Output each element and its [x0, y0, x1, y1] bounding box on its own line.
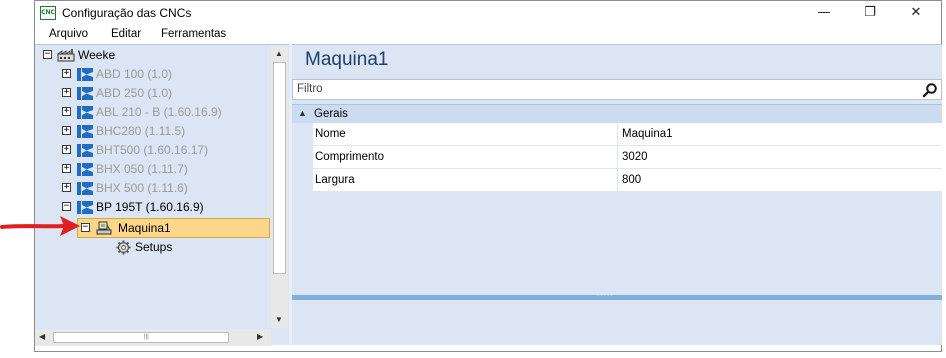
- tree-item-machine[interactable]: + ABL 210 - B (1.60.16.9): [35, 103, 271, 122]
- window-title: Configuração das CNCs: [62, 6, 192, 20]
- tree-label-weeke: Weeke: [78, 48, 116, 62]
- cnc-machine-icon: [77, 125, 93, 138]
- tree-label-maquina1: Maquina1: [118, 221, 171, 235]
- collapse-icon[interactable]: −: [62, 202, 71, 211]
- minimize-button[interactable]: —: [801, 1, 847, 25]
- tree-item-machine[interactable]: + ABD 100 (1.0): [35, 65, 271, 84]
- cnc-machine-icon: [77, 87, 93, 100]
- main-window: CNC Configuração das CNCs — ❐ ✕ Arquivo …: [34, 0, 942, 352]
- tree-item-weeke[interactable]: − Weeke: [35, 46, 271, 65]
- group-gerais[interactable]: ▲ Gerais: [292, 104, 942, 123]
- gear-icon: [116, 240, 131, 255]
- vertical-scroll-thumb[interactable]: [273, 62, 286, 274]
- menu-arquivo[interactable]: Arquivo: [49, 28, 88, 40]
- tree-item-maquina1[interactable]: − Maquina1: [77, 218, 270, 238]
- tree-label-machine: BHX 050 (1.11.7): [96, 162, 188, 176]
- property-row[interactable]: Largura 800: [313, 169, 942, 192]
- collapse-arrow-icon[interactable]: ▲: [298, 108, 307, 118]
- tree-vertical-scrollbar[interactable]: ▲ ▼: [271, 45, 288, 328]
- tree-label-machine: BHC280 (1.11.5): [96, 124, 186, 138]
- cnc-machine-icon: [77, 163, 93, 176]
- machine-icon: [96, 221, 112, 235]
- tree-item-setups[interactable]: Setups: [35, 238, 271, 257]
- menu-bar: Arquivo Editar Ferramentas: [35, 25, 941, 44]
- property-value[interactable]: 3020: [618, 146, 942, 169]
- search-icon[interactable]: [922, 82, 938, 98]
- close-button[interactable]: ✕: [893, 1, 939, 25]
- tree-item-machine[interactable]: + BHX 050 (1.11.7): [35, 160, 271, 179]
- collapse-icon[interactable]: −: [43, 50, 52, 59]
- expand-icon[interactable]: +: [62, 145, 71, 154]
- property-panel: Maquina1 Filtro ▲ Gerais Nome Maquina1 C…: [292, 44, 942, 345]
- property-value[interactable]: 800: [618, 169, 942, 192]
- expand-icon[interactable]: +: [62, 69, 71, 78]
- expand-icon[interactable]: +: [62, 164, 71, 173]
- description-splitter[interactable]: ·····: [292, 292, 942, 300]
- splitter-grip-icon: ·····: [597, 292, 614, 299]
- title-bar[interactable]: CNC Configuração das CNCs — ❐ ✕: [35, 1, 941, 25]
- expand-icon[interactable]: +: [62, 88, 71, 97]
- property-value[interactable]: Maquina1: [618, 123, 942, 146]
- cnc-machine-icon: [77, 106, 93, 119]
- property-name: Largura: [313, 169, 618, 192]
- expand-icon[interactable]: +: [62, 107, 71, 116]
- tree-label-machine: BHX 500 (1.11.6): [96, 181, 188, 195]
- cnc-machine-icon: [77, 68, 93, 81]
- tree-item-machine[interactable]: + BHC280 (1.11.5): [35, 122, 271, 141]
- property-row[interactable]: Comprimento 3020: [313, 146, 942, 169]
- scroll-grip-icon: |||: [144, 334, 149, 340]
- expand-icon[interactable]: +: [62, 183, 71, 192]
- cnc-machine-icon: [77, 182, 93, 195]
- scroll-right-arrow-icon[interactable]: ▶: [257, 332, 263, 341]
- tree-label-machine: ABD 250 (1.0): [96, 86, 173, 100]
- tree-label-machine: ABL 210 - B (1.60.16.9): [96, 105, 222, 119]
- tree-item-machine[interactable]: + BHX 500 (1.11.6): [35, 179, 271, 198]
- scroll-left-arrow-icon[interactable]: ◀: [39, 332, 45, 341]
- cnc-machine-icon: [77, 144, 93, 157]
- tree-label-setups: Setups: [135, 240, 173, 254]
- property-name: Comprimento: [313, 146, 618, 169]
- horizontal-scroll-thumb[interactable]: |||: [53, 332, 229, 343]
- app-icon: CNC: [40, 6, 56, 20]
- detail-title: Maquina1: [305, 49, 389, 70]
- property-name: Nome: [313, 123, 618, 146]
- expand-icon[interactable]: +: [62, 126, 71, 135]
- collapse-icon[interactable]: −: [81, 223, 90, 232]
- scroll-up-arrow-icon[interactable]: ▲: [275, 49, 283, 58]
- factory-icon: [57, 49, 75, 62]
- property-grid: Nome Maquina1 Comprimento 3020 Largura 8…: [313, 123, 942, 192]
- scroll-down-arrow-icon[interactable]: ▼: [275, 315, 283, 324]
- tree-item-machine[interactable]: + ABD 250 (1.0): [35, 84, 271, 103]
- maximize-button[interactable]: ❐: [847, 1, 893, 25]
- tree-item-machine[interactable]: + BHT500 (1.60.16.17): [35, 141, 271, 160]
- tree-label-machine: BHT500 (1.60.16.17): [96, 143, 209, 157]
- filter-input[interactable]: Filtro: [292, 79, 942, 100]
- machine-tree[interactable]: − Weeke + ABD 100 (1.0) + ABD 250 (1.0) …: [35, 44, 289, 346]
- property-row[interactable]: Nome Maquina1: [313, 123, 942, 146]
- menu-ferramentas[interactable]: Ferramentas: [161, 28, 226, 40]
- tree-horizontal-scrollbar[interactable]: ◀ ||| ▶: [35, 329, 271, 346]
- filter-placeholder: Filtro: [297, 83, 323, 95]
- menu-editar[interactable]: Editar: [111, 28, 141, 40]
- red-arrow-annotation-icon: [0, 216, 80, 236]
- group-label: Gerais: [314, 108, 348, 120]
- tree-label-machine: BP 195T (1.60.16.9): [96, 200, 204, 214]
- tree-label-machine: ABD 100 (1.0): [96, 67, 173, 81]
